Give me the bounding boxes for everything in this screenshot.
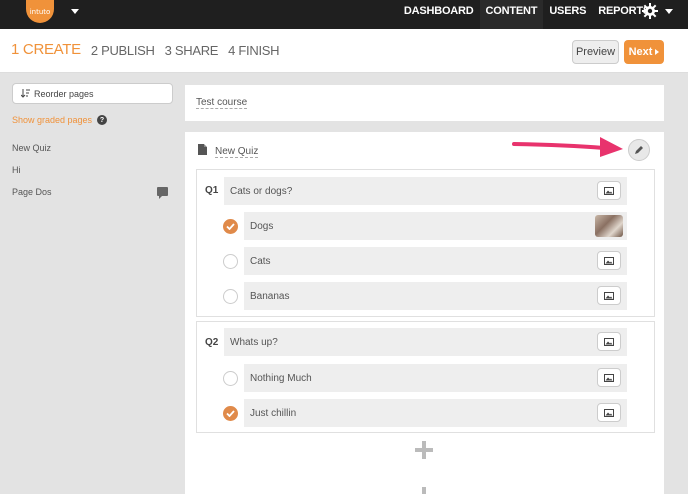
top-nav-bar: intuto DASHBOARD CONTENT USERS REPORTS — [0, 0, 688, 29]
step-finish[interactable]: 4 FINISH — [228, 43, 279, 58]
annotation-arrow — [512, 137, 623, 157]
preview-button[interactable]: Preview — [572, 40, 619, 64]
graded-label: Show graded pages — [12, 115, 93, 125]
image-button[interactable] — [597, 332, 621, 351]
answer-image-thumbnail[interactable] — [595, 215, 623, 237]
add-question-icon[interactable] — [415, 441, 433, 459]
course-title-card: Test course — [185, 85, 664, 121]
answer-field[interactable]: Dogs — [244, 212, 627, 240]
answer-field[interactable]: Cats — [244, 247, 627, 275]
show-graded-pages-link[interactable]: Show graded pages ? — [12, 115, 108, 125]
step-share[interactable]: 3 SHARE — [165, 43, 219, 58]
answer-text: Cats — [250, 255, 271, 267]
answer-field[interactable]: Just chillin — [244, 399, 627, 427]
chevron-down-icon[interactable] — [665, 9, 673, 14]
reorder-label: Reorder pages — [34, 88, 94, 99]
comment-icon[interactable] — [157, 187, 168, 199]
nav-dashboard[interactable]: DASHBOARD — [398, 0, 480, 29]
image-button[interactable] — [597, 181, 621, 200]
answer-text: Bananas — [250, 290, 290, 302]
answer-radio[interactable] — [223, 371, 238, 386]
sidebar-page-dos[interactable]: Page Dos — [12, 187, 52, 197]
image-button[interactable] — [597, 368, 621, 387]
step-create[interactable]: 1 CREATE — [11, 41, 81, 58]
reorder-pages-button[interactable]: Reorder pages — [12, 83, 173, 104]
sidebar-page-hi[interactable]: Hi — [12, 165, 21, 175]
next-label: Next — [628, 46, 653, 58]
step-bar: 1 CREATE 2 PUBLISH 3 SHARE 4 FINISH Prev… — [0, 29, 688, 73]
course-title[interactable]: Test course — [196, 97, 248, 109]
pencil-icon — [635, 146, 643, 154]
question-number: Q1 — [205, 185, 219, 196]
question-text: Cats or dogs? — [230, 185, 293, 197]
check-icon — [226, 410, 235, 417]
question-text: Whats up? — [230, 336, 278, 348]
logo[interactable]: intuto — [26, 0, 54, 23]
sidebar-page-new-quiz[interactable]: New Quiz — [12, 143, 51, 153]
step-publish[interactable]: 2 PUBLISH — [91, 43, 155, 58]
question-field[interactable]: Whats up? — [224, 328, 627, 356]
nav-users[interactable]: USERS — [543, 0, 592, 29]
answer-radio[interactable] — [223, 219, 238, 234]
image-button[interactable] — [597, 286, 621, 305]
image-icon — [604, 337, 614, 346]
next-button[interactable]: Next — [624, 40, 664, 64]
answer-text: Just chillin — [250, 407, 297, 419]
question-block: Q2 Whats up? Nothing Much Just chillin — [196, 321, 655, 433]
answer-radio[interactable] — [223, 289, 238, 304]
wizard-steps: 1 CREATE 2 PUBLISH 3 SHARE 4 FINISH — [11, 41, 280, 58]
question-field[interactable]: Cats or dogs? — [224, 177, 627, 205]
document-icon — [198, 144, 207, 155]
image-icon — [604, 408, 614, 417]
answer-text: Dogs — [250, 220, 274, 232]
gear-icon[interactable] — [642, 3, 658, 19]
nav-content[interactable]: CONTENT — [479, 0, 544, 29]
check-icon — [226, 223, 235, 230]
image-button[interactable] — [597, 251, 621, 270]
chevron-down-icon[interactable] — [71, 9, 79, 14]
answer-radio[interactable] — [223, 254, 238, 269]
image-icon — [604, 186, 614, 195]
image-button[interactable] — [597, 403, 621, 422]
sort-icon — [21, 89, 30, 98]
add-page-icon[interactable] — [415, 487, 433, 494]
answer-field[interactable]: Nothing Much — [244, 364, 627, 392]
image-icon — [604, 291, 614, 300]
answer-radio[interactable] — [223, 406, 238, 421]
quiz-title[interactable]: New Quiz — [215, 146, 259, 158]
image-icon — [604, 256, 614, 265]
question-block: Q1 Cats or dogs? Dogs Cats Bananas — [196, 169, 655, 317]
help-icon[interactable]: ? — [97, 115, 108, 125]
logo-text: intuto — [29, 7, 51, 16]
edit-button[interactable] — [628, 139, 650, 161]
play-icon — [655, 49, 660, 55]
answer-field[interactable]: Bananas — [244, 282, 627, 310]
answer-text: Nothing Much — [250, 372, 312, 384]
main-nav: DASHBOARD CONTENT USERS REPORTS — [398, 0, 656, 29]
image-icon — [604, 373, 614, 382]
quiz-card: New Quiz Q1 Cats or dogs? Dogs Cats Bana… — [185, 132, 664, 494]
question-number: Q2 — [205, 337, 219, 348]
